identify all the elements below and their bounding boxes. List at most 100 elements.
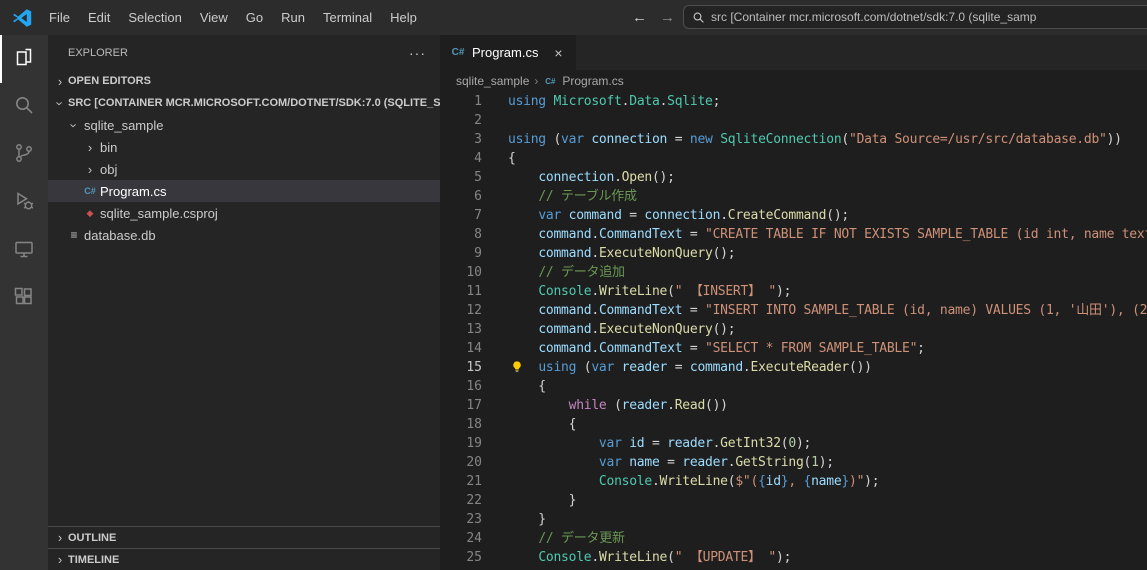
menu-terminal[interactable]: Terminal — [314, 0, 381, 35]
code-line-24[interactable]: 24 // データ更新 — [440, 529, 1147, 548]
tree-item-program-cs[interactable]: C# Program.cs — [48, 180, 440, 202]
activity-source-control-button[interactable] — [0, 131, 48, 179]
tree-item-database-db[interactable]: ≡ database.db — [48, 224, 440, 246]
section-open-editors-label: OPEN EDITORS — [68, 75, 151, 87]
tree-item-bin[interactable]: › bin — [48, 136, 440, 158]
line-number: 16 — [466, 379, 482, 394]
line-number: 17 — [466, 398, 482, 413]
code-line-13[interactable]: 13 command.ExecuteNonQuery(); — [440, 320, 1147, 339]
search-icon — [692, 11, 705, 24]
csharp-file-icon: C# — [451, 47, 465, 58]
code-line-11[interactable]: 11 Console.WriteLine(" 【INSERT】 "); — [440, 282, 1147, 301]
code-line-21[interactable]: 21 Console.WriteLine($"({id}, {name})"); — [440, 472, 1147, 491]
code-line-5[interactable]: 5 connection.Open(); — [440, 168, 1147, 187]
code-line-10[interactable]: 10 // データ追加 — [440, 263, 1147, 282]
chevron-right-icon: › — [87, 139, 93, 155]
activity-search-button[interactable] — [0, 83, 48, 131]
activity-bar — [0, 35, 48, 570]
menu-view[interactable]: View — [191, 0, 237, 35]
line-number: 9 — [474, 246, 482, 261]
code-line-4[interactable]: 4{ — [440, 149, 1147, 168]
back-arrow-icon[interactable]: ← — [632, 0, 647, 35]
line-number: 25 — [466, 550, 482, 565]
line-number: 3 — [474, 132, 482, 147]
title-bar: File Edit Selection View Go Run Terminal Help ←… — [0, 0, 1147, 35]
activity-run-debug-button[interactable] — [0, 179, 48, 227]
chevron-down-icon: › — [66, 122, 82, 128]
section-outline[interactable]: › OUTLINE — [48, 526, 440, 548]
code-text: Console.WriteLine(" 【UPDATE】 "); — [538, 550, 792, 565]
menu-go[interactable]: Go — [237, 0, 272, 35]
code-line-20[interactable]: 20 var name = reader.GetString(1); — [440, 453, 1147, 472]
section-open-editors[interactable]: › OPEN EDITORS — [48, 70, 440, 92]
line-number: 23 — [466, 512, 482, 527]
code-line-19[interactable]: 19 var id = reader.GetInt32(0); — [440, 434, 1147, 453]
code-line-15[interactable]: 15 using (var reader = command.ExecuteRe… — [440, 358, 1147, 377]
code-text: // テーブル作成 — [538, 189, 637, 204]
more-actions-icon[interactable]: ··· — [409, 45, 426, 61]
code-line-25[interactable]: 25 Console.WriteLine(" 【UPDATE】 "); — [440, 548, 1147, 567]
menu-bar: File Edit Selection View Go Run Terminal Help — [40, 0, 426, 35]
code-line-17[interactable]: 17 while (reader.Read()) — [440, 396, 1147, 415]
breadcrumb-folder[interactable]: sqlite_sample — [456, 74, 529, 88]
code-line-16[interactable]: 16 { — [440, 377, 1147, 396]
tree-item-obj[interactable]: › obj — [48, 158, 440, 180]
extensions-icon — [12, 285, 36, 314]
code-line-9[interactable]: 9 command.ExecuteNonQuery(); — [440, 244, 1147, 263]
code-lines: 1 using Microsoft.Data.Sqlite; 2 3 using (va… — [440, 92, 1147, 570]
line-number: 6 — [474, 189, 482, 204]
activity-remote-explorer-button[interactable] — [0, 227, 48, 275]
code-text: command.CommandText = "CREATE TABLE IF N… — [538, 227, 1147, 242]
breadcrumb-file[interactable]: Program.cs — [562, 74, 623, 88]
line-number: 10 — [466, 265, 482, 280]
files-icon — [12, 45, 36, 74]
code-text: var command = connection.CreateCommand()… — [538, 208, 849, 223]
code-line-18[interactable]: 18 { — [440, 415, 1147, 434]
search-icon — [12, 93, 36, 122]
menu-help[interactable]: Help — [381, 0, 426, 35]
section-timeline[interactable]: › TIMELINE — [48, 548, 440, 570]
forward-arrow-icon[interactable]: → — [660, 0, 675, 35]
code-line-23[interactable]: 23 } — [440, 510, 1147, 529]
search-box[interactable]: src [Container mcr.microsoft.com/dotnet/… — [683, 5, 1147, 29]
tree-item-sqlite-sample[interactable]: › sqlite_sample — [48, 114, 440, 136]
code-line-3[interactable]: 3 using (var connection = new SqliteConne… — [440, 130, 1147, 149]
vscode-logo-icon — [12, 8, 32, 28]
chevron-right-icon: › — [57, 530, 63, 545]
line-number: 5 — [474, 170, 482, 185]
menu-run[interactable]: Run — [272, 0, 314, 35]
tab-program-cs[interactable]: C# Program.cs × — [440, 35, 577, 70]
code-line-8[interactable]: 8 command.CommandText = "CREATE TABLE IF… — [440, 225, 1147, 244]
tree-item-label: sqlite_sample.csproj — [100, 205, 218, 221]
run-debug-icon — [12, 189, 36, 218]
code-line-6[interactable]: 6 // テーブル作成 — [440, 187, 1147, 206]
tree-item-label: obj — [100, 161, 118, 177]
code-text: // データ更新 — [538, 531, 625, 546]
menu-selection[interactable]: Selection — [119, 0, 190, 35]
code-line-14[interactable]: 14 command.CommandText = "SELECT * FROM … — [440, 339, 1147, 358]
menu-file[interactable]: File — [40, 0, 79, 35]
code-line-22[interactable]: 22 } — [440, 491, 1147, 510]
code-line-7[interactable]: 7 var command = connection.CreateCommand… — [440, 206, 1147, 225]
line-number: 12 — [466, 303, 482, 318]
code-line-2[interactable]: 2 — [440, 111, 1147, 130]
line-number: 8 — [474, 227, 482, 242]
activity-extensions-button[interactable] — [0, 275, 48, 323]
chevron-down-icon: › — [52, 100, 68, 106]
section-workspace[interactable]: › SRC [CONTAINER MCR.MICROSOFT.COM/DOTNE… — [48, 92, 441, 114]
activity-explorer-button[interactable] — [0, 35, 48, 83]
close-icon[interactable]: × — [550, 45, 566, 61]
code-line-12[interactable]: 12 command.CommandText = "INSERT INTO SA… — [440, 301, 1147, 320]
chevron-right-icon: › — [57, 552, 63, 567]
menu-edit[interactable]: Edit — [79, 0, 119, 35]
line-number: 7 — [474, 208, 482, 223]
lightbulb-icon[interactable] — [510, 360, 524, 374]
tree-item-label: database.db — [84, 227, 156, 243]
section-outline-label: OUTLINE — [68, 531, 117, 544]
editor-area: C# Program.cs × sqlite_sample › C# Progr… — [440, 35, 1147, 570]
line-number: 11 — [466, 284, 482, 299]
code-line-1[interactable]: 1 using Microsoft.Data.Sqlite; — [440, 92, 1147, 111]
line-number: 22 — [466, 493, 482, 508]
tree-item-sqlite-sample-csproj[interactable]: ◆ sqlite_sample.csproj — [48, 202, 440, 224]
file-tree: › sqlite_sample › bin › obj C# Program.cs ◆ sqlit… — [48, 114, 440, 526]
